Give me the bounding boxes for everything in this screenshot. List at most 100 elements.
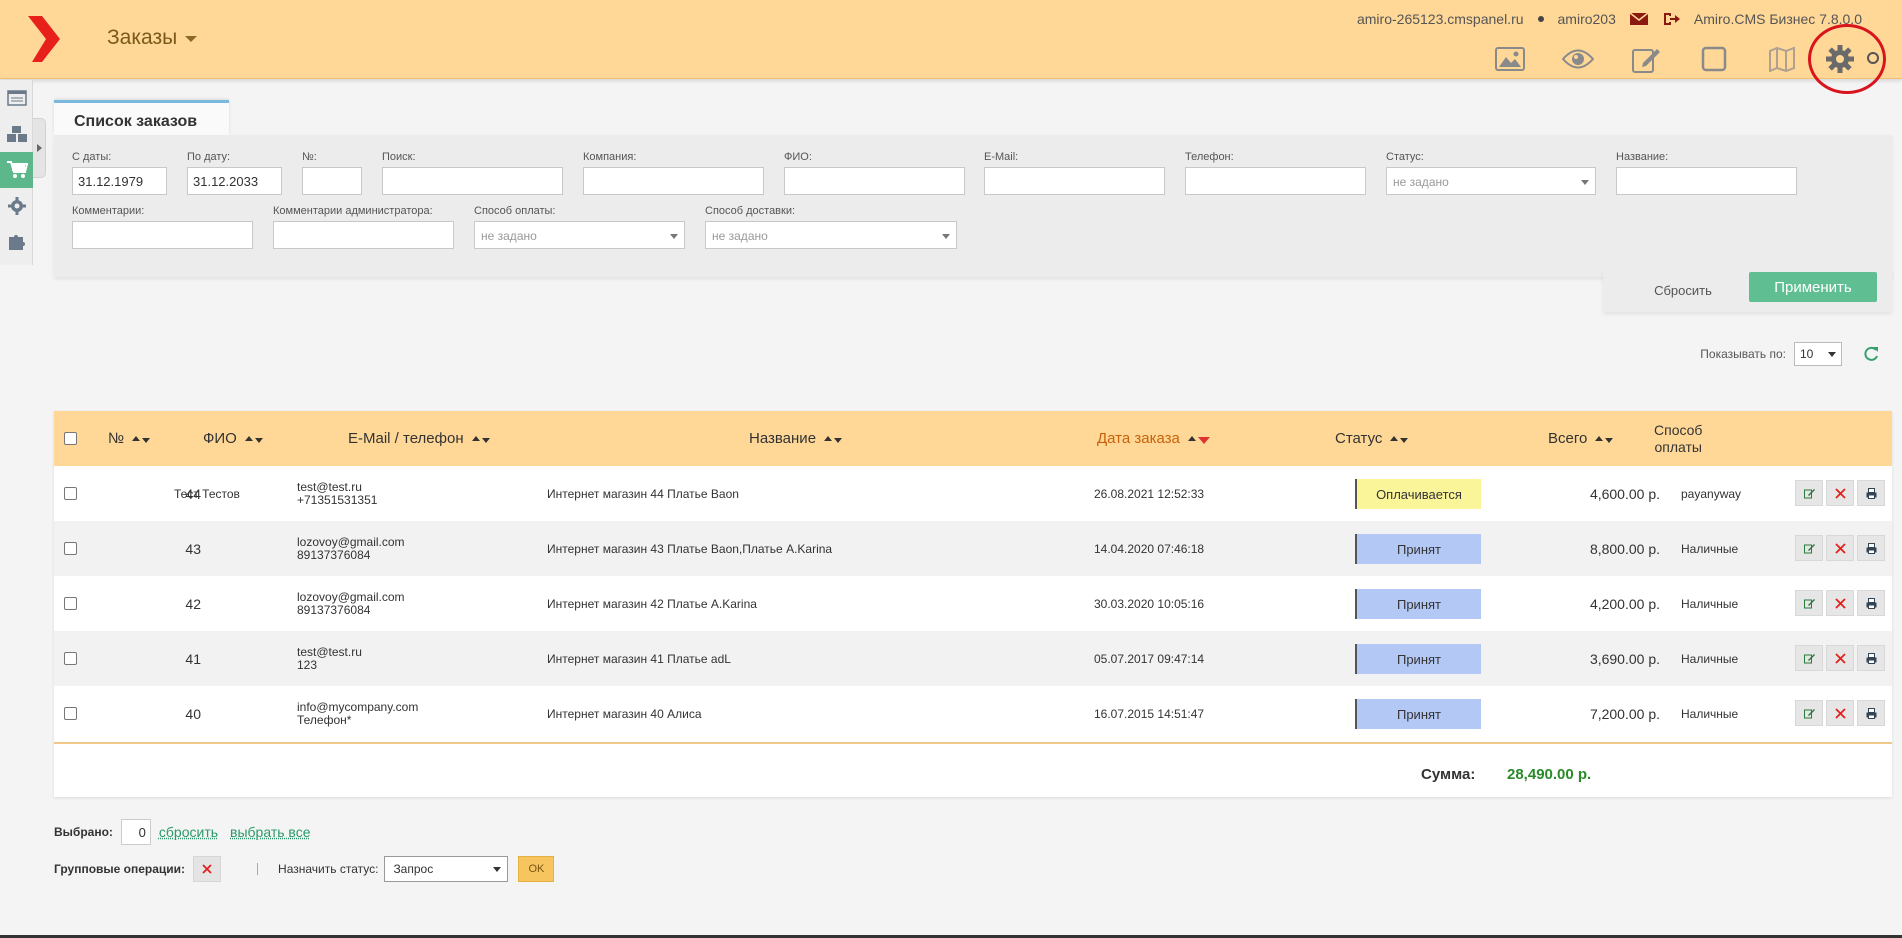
amiro-logo-icon[interactable] [28,16,60,62]
search-button[interactable] [1864,40,1884,78]
page-size-select[interactable]: 10 [1794,342,1842,366]
col-status[interactable]: Статус [1335,411,1409,466]
sidebar-item-shop[interactable] [0,152,33,188]
col-date-label: Дата заказа [1097,430,1180,447]
row-checkbox-cell [64,631,77,686]
row-checkbox[interactable] [64,707,77,720]
edit-icon [1632,49,1660,73]
sidebar-item-content[interactable] [0,80,33,116]
order-fio: Тест Тестов [174,486,240,501]
puzzle-icon [8,235,25,250]
delete-order-button[interactable] [1826,590,1854,616]
site-domain-link[interactable]: amiro-265123.cmspanel.ru [1357,11,1524,27]
delete-order-button[interactable] [1826,535,1854,561]
settings-button[interactable] [1816,40,1864,78]
delivery-select[interactable]: не задано [705,221,957,249]
order-payment: Наличные [1681,541,1739,556]
table-row[interactable]: 40 info@mycompany.com Телефон* Интернет маг… [54,686,1892,741]
logout-icon[interactable] [1662,11,1680,27]
col-total[interactable]: Всего [1548,411,1614,466]
sort-arrows-icon[interactable] [1187,433,1210,444]
payment-select[interactable]: не задано [474,221,685,249]
sum-label: Сумма: [1421,766,1476,783]
sort-arrows-icon[interactable] [1390,434,1409,443]
select-all-checkbox[interactable] [64,432,77,445]
fullscreen-button[interactable] [1680,40,1748,78]
col-email[interactable]: E-Mail / телефон [348,411,490,466]
sort-arrows-icon[interactable] [244,434,263,443]
date-to-input[interactable]: 31.12.2033 [187,167,282,195]
map-icon [1769,46,1795,72]
date-from-input[interactable]: 31.12.1979 [72,167,167,195]
reset-selection-link[interactable]: сбросить [159,824,218,840]
preview-button[interactable] [1544,40,1612,78]
order-contacts: info@mycompany.com Телефон* [297,686,418,741]
edit-order-button[interactable] [1795,590,1823,616]
sort-arrows-icon[interactable] [1595,434,1614,443]
apply-button[interactable]: Применить [1749,272,1877,302]
number-input[interactable] [302,167,362,195]
table-row[interactable]: 43 lozovoy@gmail.com 89137376084 Интернет м… [54,521,1892,576]
sort-arrows-icon[interactable] [824,434,843,443]
order-name: Интернет магазин 40 Алиса [547,706,702,721]
sidebar-item-plugins[interactable] [0,224,33,260]
table-row[interactable]: 41 test@test.ru 123 Интернет магазин 41 Пла… [54,631,1892,686]
table-row[interactable]: 44 Тест Тестов test@test.ru +71351531351 Инт… [54,466,1892,521]
order-contacts: lozovoy@gmail.com 89137376084 [297,576,405,631]
date-from-label: С даты: [72,151,112,163]
phone-input[interactable] [1185,167,1366,195]
print-icon [1866,652,1876,664]
name-label: Название: [1616,151,1669,163]
fio-input[interactable] [784,167,965,195]
print-order-button[interactable] [1857,590,1885,616]
filter-name: Название: [1616,151,1797,195]
edit-mode-button[interactable] [1612,40,1680,78]
mail-icon[interactable] [1629,11,1648,27]
sidebar-item-settings[interactable] [0,188,33,224]
separator-dot [1537,16,1544,22]
edit-order-button[interactable] [1795,535,1823,561]
print-order-button[interactable] [1857,535,1885,561]
col-name[interactable]: Название [749,411,843,466]
sidebar-toggle[interactable] [33,118,46,178]
ok-button[interactable]: OK [518,856,555,882]
edit-order-button[interactable] [1795,700,1823,726]
print-order-button[interactable] [1857,480,1885,506]
company-input[interactable] [583,167,764,195]
sort-arrows-icon[interactable] [132,434,151,443]
search-input[interactable] [382,167,563,195]
col-fio[interactable]: ФИО [203,411,263,466]
delete-order-button[interactable] [1826,645,1854,671]
assign-status-select[interactable]: Запрос [384,856,509,882]
print-order-button[interactable] [1857,645,1885,671]
print-order-button[interactable] [1857,700,1885,726]
edit-order-button[interactable] [1795,645,1823,671]
edit-order-button[interactable] [1795,480,1823,506]
group-delete-button[interactable] [193,856,222,882]
status-select[interactable]: не задано [1386,167,1596,195]
delete-order-button[interactable] [1826,480,1854,506]
name-input[interactable] [1616,167,1797,195]
sidebar-item-catalog[interactable] [0,116,33,152]
row-checkbox[interactable] [64,597,77,610]
comments-input[interactable] [72,221,253,249]
delete-order-button[interactable] [1826,700,1854,726]
col-date[interactable]: Дата заказа [1097,411,1210,466]
reset-button[interactable]: Сбросить [1643,276,1723,304]
sitemap-button[interactable] [1748,40,1816,78]
row-checkbox[interactable] [64,542,77,555]
image-manager-button[interactable] [1476,40,1544,78]
username-link[interactable]: amiro203 [1558,11,1616,27]
col-number[interactable]: № [108,411,151,466]
module-title: Заказы [107,26,178,49]
select-all-link[interactable]: выбрать все [230,824,310,840]
module-dropdown[interactable]: Заказы [107,26,198,50]
panel-tab-orders-list[interactable]: Список заказов [54,100,229,135]
admin-comments-input[interactable] [273,221,454,249]
sort-arrows-icon[interactable] [471,434,490,443]
refresh-icon[interactable] [1862,345,1880,363]
row-checkbox[interactable] [64,652,77,665]
table-row[interactable]: 42 lozovoy@gmail.com 89137376084 Интернет м… [54,576,1892,631]
email-input[interactable] [984,167,1165,195]
row-checkbox[interactable] [64,487,77,500]
